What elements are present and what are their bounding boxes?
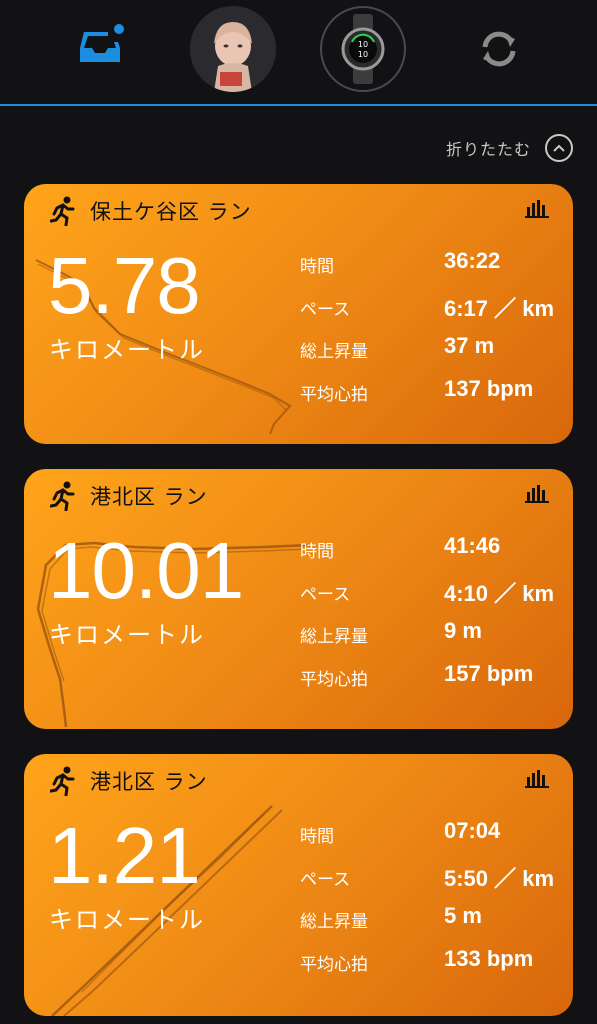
stat-value: 133 bpm [444, 945, 534, 971]
stats-list: 時間 07:04 ペース 5:50 ／ km 総上昇量 5 m 平均心拍 133… [300, 818, 570, 993]
device-button[interactable]: 10 10 [320, 6, 406, 92]
stat-value: 157 bpm [444, 660, 534, 686]
stat-elevation: 総上昇量 9 m [300, 618, 570, 665]
stat-pace: ペース 4:10 ／ km [300, 580, 570, 623]
sync-button[interactable] [470, 20, 528, 78]
stat-pace: ペース 5:50 ／ km [300, 865, 570, 908]
activity-title: 港北区 ラン [90, 770, 208, 794]
profile-avatar[interactable] [190, 6, 276, 92]
activity-card[interactable]: 港北区 ラン 10.01 キロメートル 時間 41:46 ペース 4:10 ／ … [24, 469, 573, 729]
top-navigation-bar: 10 10 [0, 0, 597, 106]
nav-divider [0, 104, 597, 106]
stats-list: 時間 36:22 ペース 6:17 ／ km 総上昇量 37 m 平均心拍 13… [300, 248, 570, 423]
avatar-icon [190, 6, 276, 92]
watch-icon: 10 10 [341, 14, 385, 84]
stat-label: 総上昇量 [300, 342, 368, 362]
card-header: 港北区 ラン [50, 481, 208, 511]
stat-value: 5 m [444, 903, 482, 928]
notification-badge [112, 22, 126, 36]
stat-value: 6:17 ／ km [444, 295, 555, 321]
stat-elevation: 総上昇量 5 m [300, 903, 570, 950]
stat-heart-rate: 平均心拍 133 bpm [300, 946, 570, 993]
distance-unit: キロメートル [49, 336, 205, 364]
running-icon [50, 481, 75, 511]
distance-value: 10.01 [48, 526, 244, 615]
stat-value: 5:50 ／ km [444, 865, 555, 891]
distance-value: 5.78 [48, 241, 201, 330]
card-header: 保土ケ谷区 ラン [50, 196, 252, 226]
running-icon [50, 196, 75, 226]
card-header: 港北区 ラン [50, 766, 208, 796]
stat-value: 41:46 [444, 533, 501, 558]
stat-value: 4:10 ／ km [444, 580, 555, 606]
stats-chart-button[interactable] [525, 483, 549, 507]
bar-chart-icon [525, 770, 549, 788]
stat-label: 総上昇量 [300, 912, 368, 932]
distance-value: 1.21 [48, 811, 201, 900]
stat-label: ペース [300, 584, 351, 605]
distance-unit: キロメートル [49, 621, 205, 649]
activity-card[interactable]: 保土ケ谷区 ラン 5.78 キロメートル 時間 36:22 ペース 6:17 ／… [24, 184, 573, 444]
stat-value: 37 m [444, 333, 495, 358]
stat-time: 時間 07:04 [300, 818, 570, 865]
stat-value: 07:04 [444, 818, 501, 843]
stat-value: 137 bpm [444, 375, 534, 401]
activity-title: 保土ケ谷区 ラン [90, 200, 252, 224]
stat-pace: ペース 6:17 ／ km [300, 295, 570, 338]
stat-value: 9 m [444, 618, 482, 643]
svg-text:10: 10 [358, 50, 368, 59]
stat-label: ペース [300, 869, 351, 890]
stat-label: 時間 [300, 827, 334, 847]
stat-label: 総上昇量 [300, 627, 368, 647]
activity-card[interactable]: 港北区 ラン 1.21 キロメートル 時間 07:04 ペース 5:50 ／ k… [24, 754, 573, 1016]
stat-label: 平均心拍 [300, 384, 368, 405]
stat-label: 平均心拍 [300, 954, 368, 975]
collapse-control[interactable]: 折りたたむ [446, 134, 573, 162]
bar-chart-icon [525, 200, 549, 218]
activity-title: 港北区 ラン [90, 485, 208, 509]
collapse-label: 折りたたむ [445, 140, 531, 159]
stats-list: 時間 41:46 ペース 4:10 ／ km 総上昇量 9 m 平均心拍 157… [300, 533, 570, 708]
collapse-button[interactable] [545, 134, 573, 162]
stat-heart-rate: 平均心拍 157 bpm [300, 661, 570, 708]
distance-unit: キロメートル [49, 906, 205, 934]
stat-value: 36:22 [444, 248, 501, 273]
chevron-up-icon [553, 144, 565, 152]
running-icon [50, 766, 75, 796]
stat-label: 時間 [300, 542, 334, 562]
stat-heart-rate: 平均心拍 137 bpm [300, 376, 570, 423]
stat-elevation: 総上昇量 37 m [300, 333, 570, 380]
stat-time: 時間 41:46 [300, 533, 570, 580]
stat-label: ペース [300, 299, 351, 320]
stat-time: 時間 36:22 [300, 248, 570, 295]
stat-label: 平均心拍 [300, 669, 368, 690]
stats-chart-button[interactable] [525, 198, 549, 222]
bar-chart-icon [525, 485, 549, 503]
sync-icon [482, 31, 516, 67]
stat-label: 時間 [300, 257, 334, 277]
svg-text:10: 10 [358, 40, 368, 49]
inbox-button[interactable] [70, 20, 130, 72]
stats-chart-button[interactable] [525, 768, 549, 792]
